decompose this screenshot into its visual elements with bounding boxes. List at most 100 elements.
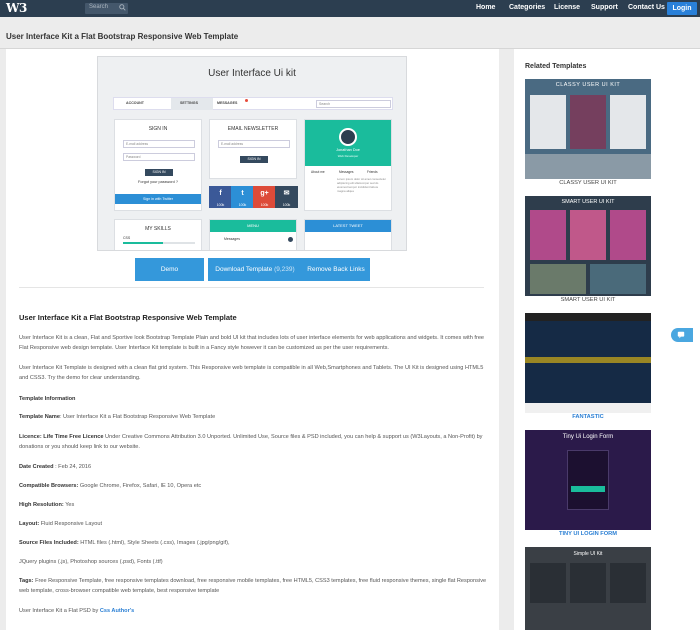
description-p1: User Interface Kit is a clean, Flat and … [19, 335, 485, 351]
licence-type: : Life Time Free Licence [39, 434, 104, 440]
profile-bio: Lorem ipsum dolor sit amet consectetur a… [337, 177, 386, 193]
psd-credit-text: User Interface Kit a Flat PSD by [19, 608, 100, 614]
source-files-label: Source Files Included: [19, 540, 79, 546]
download-count: (9,239) [274, 266, 295, 273]
source-files-value: HTML files (.html), Style Sheets (.css),… [78, 540, 230, 546]
download-label: Download Template [215, 266, 273, 273]
template-preview[interactable]: User Interface Ui kit ACCOUNT SETTINGS M… [97, 56, 407, 251]
google-tile: g+ 100k [253, 186, 276, 208]
signin-email: E-mail address [123, 140, 195, 148]
template-name-value: : User Interface Kit a Flat Bootstrap Re… [59, 414, 216, 420]
resolution-label: High Resolution: [19, 502, 64, 508]
site-logo[interactable]: W3 [6, 1, 27, 15]
related-label-tiny-login[interactable]: TINY UI LOGIN FORM [514, 531, 662, 537]
preview-newsletter-card: EMAIL NEWSLETTER E-mail address SIGN IN [209, 119, 297, 179]
resolution-value: Yes [63, 502, 75, 508]
thumb-classy-heading: CLASSY USER UI KIT [555, 82, 621, 88]
preview-tab-account: ACCOUNT [126, 101, 144, 105]
preview-tabs: ACCOUNT SETTINGS MESSAGES Search [113, 97, 393, 110]
nav-license[interactable]: License [554, 4, 580, 11]
login-button[interactable]: Login [667, 2, 697, 15]
thumb-panel [610, 95, 646, 149]
nav-support[interactable]: Support [591, 4, 618, 11]
profile-tab-friends: Friends [367, 170, 378, 174]
related-label-classy[interactable]: CLASSY USER UI KIT [514, 180, 662, 186]
tags-value: Free Responsive Template, free responsiv… [19, 578, 487, 594]
avatar [339, 128, 357, 146]
notification-dot [245, 99, 248, 102]
main-content: User Interface Ui kit ACCOUNT SETTINGS M… [6, 49, 499, 630]
template-name-row: Template Name: User Interface Kit a Flat… [19, 412, 489, 422]
related-thumb-tiny-login[interactable]: Tiny Ui Login Form [525, 430, 651, 530]
mail-icon: ✉ [283, 190, 290, 197]
browsers-row: Compatible Browsers: Google Chrome, Fire… [19, 481, 489, 491]
remove-back-links-button[interactable]: Remove Back Links [302, 258, 370, 281]
thumb-panel [530, 210, 566, 260]
demo-button[interactable]: Demo [135, 258, 204, 281]
related-label-fantastic[interactable]: FANTASTIC [514, 414, 662, 420]
date-row: Date Created : Feb 24, 2016 [19, 462, 489, 472]
profile-tab-messages: Messages [339, 170, 354, 174]
google-count: 100k [260, 203, 269, 207]
description-title: User Interface Kit a Flat Bootstrap Resp… [19, 313, 237, 322]
related-thumb-simple[interactable]: Simple UI Kit [525, 547, 651, 630]
skill-css: CSS [123, 236, 131, 240]
related-thumb-classy[interactable]: CLASSY USER UI KIT [525, 79, 651, 179]
profile-tab-about: About me [311, 170, 325, 174]
thumb-simple-heading: Simple UI Kit [573, 551, 603, 557]
css-author-link[interactable]: Css Author's [100, 608, 134, 614]
related-thumb-fantastic[interactable] [525, 313, 651, 413]
nav-categories[interactable]: Categories [509, 4, 545, 11]
thumb-panel [530, 563, 566, 603]
preview-search: Search [316, 100, 391, 108]
thumb-bridge [525, 357, 651, 363]
signin-heading: SIGN IN [148, 126, 168, 132]
thumb-topbar [525, 313, 651, 321]
nav-home[interactable]: Home [476, 4, 495, 11]
content-divider [19, 287, 484, 288]
source-files-row: Source Files Included: HTML files (.html… [19, 538, 489, 548]
tags-row: Tags: Free Responsive Template, free res… [19, 576, 489, 596]
related-label-smart[interactable]: SMART USER UI KIT [514, 297, 662, 303]
menu-badge [288, 237, 293, 242]
thumb-panel [590, 264, 646, 294]
layout-value: Fluid Responsive Layout [39, 521, 103, 527]
template-name-label: Template Name [19, 414, 60, 420]
date-value: : Feb 24, 2016 [53, 464, 92, 470]
skills-heading: MY SKILLS [145, 226, 171, 232]
browsers-label: Compatible Browsers: [19, 483, 79, 489]
chat-widget-button[interactable] [671, 328, 693, 342]
download-button[interactable]: Download Template (9,239) [208, 258, 302, 281]
preview-tab-settings: SETTINGS [180, 101, 198, 105]
related-templates-title: Related Templates [525, 63, 587, 70]
skill-bar-fill [123, 242, 163, 244]
licence-label: Licence [19, 434, 40, 440]
preview-tweet-card: LATEST TWEET [304, 219, 392, 250]
resolution-row: High Resolution: Yes [19, 500, 489, 510]
preview-profile-card: Jonathan Doe Web Developer About me Mess… [304, 119, 392, 211]
search-icon[interactable] [119, 4, 126, 11]
browsers-value: Google Chrome, Firefox, Safari, IE 10, O… [78, 483, 202, 489]
template-info-heading: Template Information [19, 396, 76, 402]
thumb-tiny-heading: Tiny Ui Login Form [562, 434, 614, 440]
search-placeholder: Search [89, 4, 109, 10]
facebook-icon: f [219, 190, 222, 197]
profile-role: Web Developer [337, 154, 359, 158]
related-thumb-smart[interactable]: SMART USER UI KIT [525, 196, 651, 296]
thumb-panel [610, 563, 646, 603]
profile-name: Jonathan Doe [336, 148, 360, 152]
preview-signin-card: SIGN IN E-mail address Password SIGN IN … [114, 119, 202, 211]
mail-tile: ✉ 100k [275, 186, 298, 208]
newsletter-heading: EMAIL NEWSLETTER [227, 126, 279, 132]
tags-label: Tags: [19, 578, 34, 584]
top-navbar: W3 Search Home Categories License Suppor… [0, 0, 700, 17]
mail-count: 100k [282, 203, 291, 207]
thumb-panel [570, 95, 606, 149]
menu-heading: MENU [210, 220, 296, 232]
layout-label: Layout: [19, 521, 40, 527]
signin-password: Password [123, 153, 195, 161]
nav-contact-us[interactable]: Contact Us [628, 4, 665, 11]
thumb-form [567, 450, 609, 510]
search-box[interactable]: Search [85, 3, 128, 14]
thumb-panel [530, 264, 586, 294]
